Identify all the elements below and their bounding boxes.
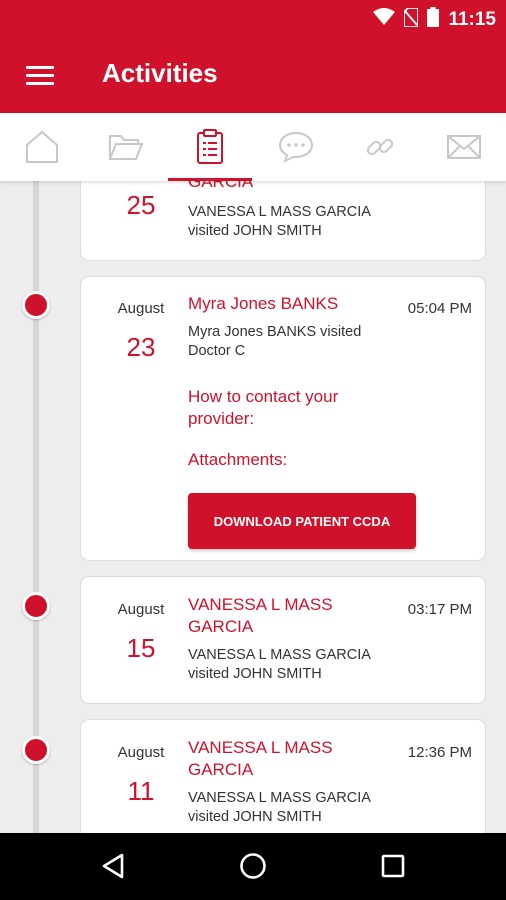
- tab-activities[interactable]: [178, 113, 242, 181]
- system-nav-bar: [0, 833, 506, 900]
- tab-mail[interactable]: [432, 113, 496, 181]
- folder-icon: [108, 133, 144, 161]
- status-icons: 11:15: [373, 6, 496, 32]
- home-circle-icon[interactable]: [231, 846, 275, 886]
- clipboard-icon: [196, 129, 224, 165]
- activity-time: 05:04 PM: [407, 300, 472, 317]
- activity-timeline[interactable]: GARCIA 25 VANESSA L MASS GARCIA visited …: [0, 181, 506, 833]
- back-icon[interactable]: [91, 846, 135, 886]
- activity-month: August: [117, 744, 165, 761]
- link-icon: [365, 132, 395, 162]
- wifi-icon: [373, 8, 396, 31]
- tab-links[interactable]: [348, 113, 412, 181]
- battery-icon: [427, 7, 440, 32]
- timeline-dot: [22, 592, 50, 620]
- home-icon: [24, 130, 60, 164]
- activity-day: 23: [126, 332, 156, 362]
- active-tab-indicator: [168, 178, 252, 181]
- activity-card[interactable]: August 15 VANESSA L MASS GARCIA 03:17 PM…: [80, 576, 486, 704]
- activity-card[interactable]: August 23 Myra Jones BANKS 05:04 PM Myra…: [80, 276, 486, 561]
- status-time: 11:15: [448, 8, 496, 30]
- activity-month: August: [117, 300, 165, 317]
- no-sim-icon: [403, 6, 420, 32]
- status-bar: 11:15: [0, 0, 506, 36]
- mail-icon: [447, 135, 481, 159]
- activity-title: VANESSA L MASS GARCIA: [188, 595, 333, 636]
- timeline-dot: [22, 736, 50, 764]
- activity-title: GARCIA: [188, 181, 254, 191]
- activity-time: 03:17 PM: [407, 601, 472, 618]
- activity-title: VANESSA L MASS GARCIA: [188, 738, 333, 779]
- activity-day: 11: [127, 776, 155, 806]
- activity-month: August: [117, 601, 165, 618]
- activity-day: 25: [126, 190, 156, 220]
- chat-icon: [278, 131, 314, 163]
- recents-icon[interactable]: [371, 846, 415, 886]
- activity-description: VANESSA L MASS GARCIA visited JOHN SMITH: [188, 647, 371, 682]
- activity-description: Myra Jones BANKS visited Doctor C: [188, 324, 362, 359]
- activity-card[interactable]: GARCIA 25 VANESSA L MASS GARCIA visited …: [80, 181, 486, 261]
- timeline-dot: [22, 291, 50, 319]
- tab-messages[interactable]: [264, 113, 328, 181]
- attachments-label: Attachments:: [188, 450, 288, 469]
- contact-provider-label: How to contact your provider:: [188, 387, 339, 428]
- tab-home[interactable]: [10, 113, 74, 181]
- menu-icon[interactable]: [22, 58, 58, 92]
- activity-description: VANESSA L MASS GARCIA visited JOHN SMITH: [188, 204, 371, 239]
- tab-documents[interactable]: [94, 113, 158, 181]
- tab-bar: [0, 113, 506, 181]
- app-bar: Activities: [0, 36, 506, 113]
- activity-time: 12:36 PM: [407, 744, 472, 761]
- activity-card[interactable]: August 11 VANESSA L MASS GARCIA 12:36 PM…: [80, 719, 486, 833]
- download-ccda-button[interactable]: DOWNLOAD PATIENT CCDA: [188, 493, 416, 549]
- activity-day: 15: [126, 633, 156, 663]
- activity-title: Myra Jones BANKS: [188, 294, 339, 313]
- page-title: Activities: [102, 58, 218, 88]
- activity-description: VANESSA L MASS GARCIA visited JOHN SMITH: [188, 790, 371, 825]
